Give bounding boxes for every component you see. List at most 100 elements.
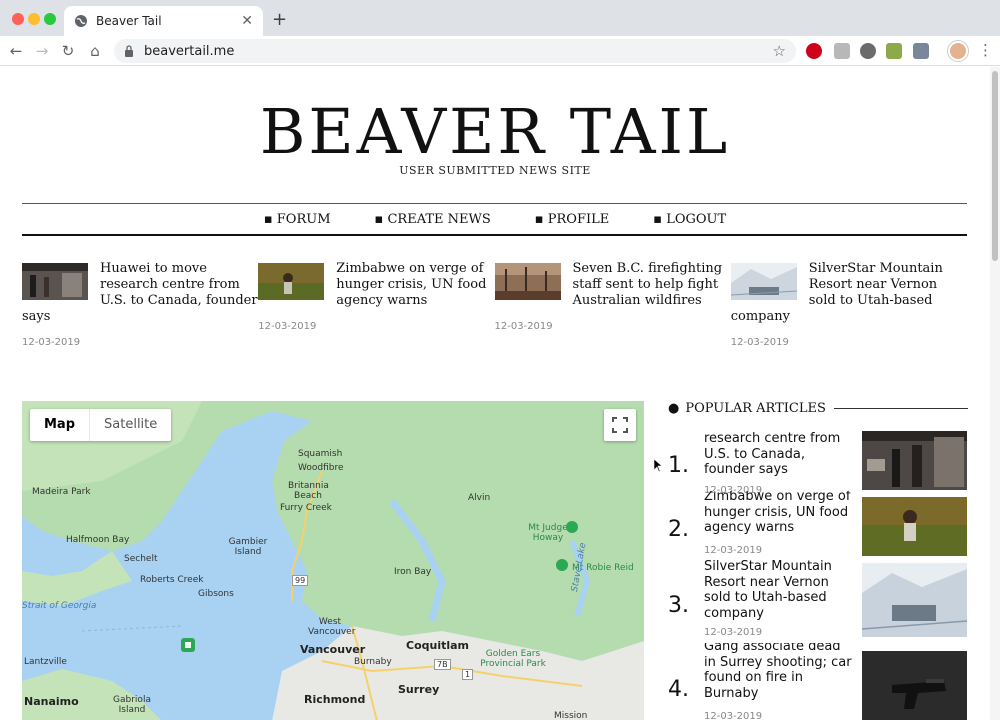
popular-article-item[interactable]: 2. Zimbabwe on verge of hunger crisis, U… xyxy=(668,491,968,569)
popular-article-date: 12-03-2019 xyxy=(704,545,763,556)
home-icon[interactable]: ⌂ xyxy=(85,41,105,61)
new-tab-icon[interactable]: + xyxy=(272,9,287,30)
news-thumbnail xyxy=(22,263,88,300)
extension-icon[interactable] xyxy=(834,43,850,59)
nav-forum-link[interactable]: FORUM xyxy=(264,212,331,227)
scrollbar-thumb[interactable] xyxy=(992,71,998,261)
nav-create-news-link[interactable]: CREATE NEWS xyxy=(375,212,490,227)
map-label: Gambier Island xyxy=(228,537,268,557)
popular-article-headline[interactable]: SilverStar Mountain Resort near Vernon s… xyxy=(704,559,854,621)
main-nav: FORUM CREATE NEWS PROFILE LOGOUT xyxy=(0,212,990,227)
news-date: 12-03-2019 xyxy=(730,337,789,348)
map-label: Strait of Georgia xyxy=(22,601,97,611)
reload-icon[interactable]: ↻ xyxy=(58,41,78,61)
map-label: Golden Ears Provincial Park xyxy=(480,649,546,669)
rank-number: 4. xyxy=(668,677,689,702)
address-bar[interactable]: beavertail.me ☆ xyxy=(114,39,796,63)
news-card[interactable]: Seven B.C. firefighting staff sent to he… xyxy=(494,261,731,348)
map-label: Madeira Park xyxy=(32,487,91,497)
map-label: Sechelt xyxy=(124,554,158,564)
map-label: West Vancouver xyxy=(308,617,356,637)
map-label: Alvin xyxy=(468,493,491,503)
map-pin-icon[interactable] xyxy=(180,637,196,653)
park-marker-icon[interactable] xyxy=(556,559,568,571)
window-minimize-button[interactable] xyxy=(28,13,40,25)
highway-shield: 7B xyxy=(434,659,451,670)
popular-article-headline[interactable]: Gang associate dead in Surrey shooting; … xyxy=(704,643,854,701)
header-rule xyxy=(833,407,968,409)
chat-extension-icon[interactable] xyxy=(860,43,876,59)
map-label: Squamish xyxy=(298,449,343,459)
map-label: Burnaby xyxy=(354,657,392,667)
popular-article-item[interactable]: 3. SilverStar Mountain Resort near Verno… xyxy=(668,559,968,637)
map-label: Mission xyxy=(554,711,588,720)
back-icon[interactable]: ← xyxy=(6,41,26,61)
map-label: Lantzville xyxy=(24,657,67,667)
map-type-map-button[interactable]: Map xyxy=(30,409,91,441)
news-thumbnail xyxy=(494,263,561,300)
map-label: Britannia Beach xyxy=(288,481,329,501)
tab-close-icon[interactable]: ✕ xyxy=(241,13,253,29)
site-tagline: USER SUBMITTED NEWS SITE xyxy=(399,164,591,177)
rank-number: 3. xyxy=(668,593,689,618)
popular-articles-title: POPULAR ARTICLES xyxy=(685,400,826,416)
highway-shield: 99 xyxy=(292,575,309,586)
lock-icon xyxy=(125,45,133,57)
news-thumbnail xyxy=(258,263,325,300)
map-label: Woodfibre xyxy=(298,463,344,473)
browser-tab-strip: Beaver Tail ✕ + xyxy=(0,0,1000,36)
globe-icon xyxy=(75,15,87,27)
browser-menu-icon[interactable]: ⋮ xyxy=(978,41,993,59)
map-label: Roberts Creek xyxy=(140,575,204,585)
site-logo[interactable]: BEAVER TAIL xyxy=(0,95,990,168)
latest-news-strip: Huawei to move research centre from U.S.… xyxy=(22,261,967,348)
browser-toolbar: ← → ↻ ⌂ beavertail.me ☆ ⋮ xyxy=(0,36,1000,66)
popular-articles-section: ● POPULAR ARTICLES xyxy=(668,400,968,416)
map-label: Vancouver xyxy=(300,643,366,656)
forward-icon[interactable]: → xyxy=(32,41,52,61)
map-label: Gabriola Island xyxy=(113,695,151,715)
map-type-satellite-button[interactable]: Satellite xyxy=(90,409,171,441)
fullscreen-button[interactable] xyxy=(604,409,636,441)
profile-avatar[interactable] xyxy=(948,41,968,61)
news-card[interactable]: SilverStar Mountain Resort near Vernon s… xyxy=(730,261,967,348)
highway-shield: 1 xyxy=(462,669,474,680)
nav-divider-bottom xyxy=(22,234,967,236)
news-date: 12-03-2019 xyxy=(494,321,553,332)
window-close-button[interactable] xyxy=(12,13,24,25)
map-label: Surrey xyxy=(398,683,440,696)
window-zoom-button[interactable] xyxy=(44,13,56,25)
popular-article-headline[interactable]: Zimbabwe on verge of hunger crisis, UN f… xyxy=(704,491,854,536)
popular-article-image xyxy=(862,431,967,490)
tools-extension-icon[interactable] xyxy=(913,43,929,59)
map-label: Gibsons xyxy=(198,589,234,599)
nav-divider-top xyxy=(22,203,967,204)
bookmark-star-icon[interactable]: ☆ xyxy=(773,42,786,60)
tab-title: Beaver Tail xyxy=(96,14,162,28)
popular-article-date: 12-03-2019 xyxy=(704,711,763,720)
fullscreen-icon xyxy=(612,417,628,433)
park-marker-icon[interactable] xyxy=(566,521,578,533)
plant-extension-icon[interactable] xyxy=(886,43,902,59)
popular-article-headline[interactable]: research centre from U.S. to Canada, fou… xyxy=(704,431,854,478)
page-scrollbar[interactable] xyxy=(990,67,1000,720)
news-card[interactable]: Huawei to move research centre from U.S.… xyxy=(22,261,258,348)
map-label: Coquitlam xyxy=(406,639,470,652)
popular-article-image xyxy=(862,651,967,720)
news-card[interactable]: Zimbabwe on verge of hunger crisis, UN f… xyxy=(258,261,494,348)
browser-tab[interactable]: Beaver Tail ✕ xyxy=(64,6,263,36)
page-viewport: BEAVER TAIL USER SUBMITTED NEWS SITE FOR… xyxy=(0,67,990,720)
mouse-cursor-icon xyxy=(654,459,662,473)
popular-article-image xyxy=(862,497,967,556)
google-map[interactable]: Map Satellite Squamish Woodfibre Britann… xyxy=(22,401,644,720)
popular-article-item[interactable]: 4. Gang associate dead in Surrey shootin… xyxy=(668,643,968,720)
news-thumbnail xyxy=(730,263,797,300)
map-label: Richmond xyxy=(304,693,366,706)
url-text: beavertail.me xyxy=(144,43,235,59)
map-type-toggle: Map Satellite xyxy=(30,409,172,441)
nav-logout-link[interactable]: LOGOUT xyxy=(653,212,726,227)
adblock-extension-icon[interactable] xyxy=(806,43,822,59)
nav-profile-link[interactable]: PROFILE xyxy=(535,212,609,227)
rank-number: 2. xyxy=(668,517,689,542)
map-label: Furry Creek xyxy=(280,503,332,513)
